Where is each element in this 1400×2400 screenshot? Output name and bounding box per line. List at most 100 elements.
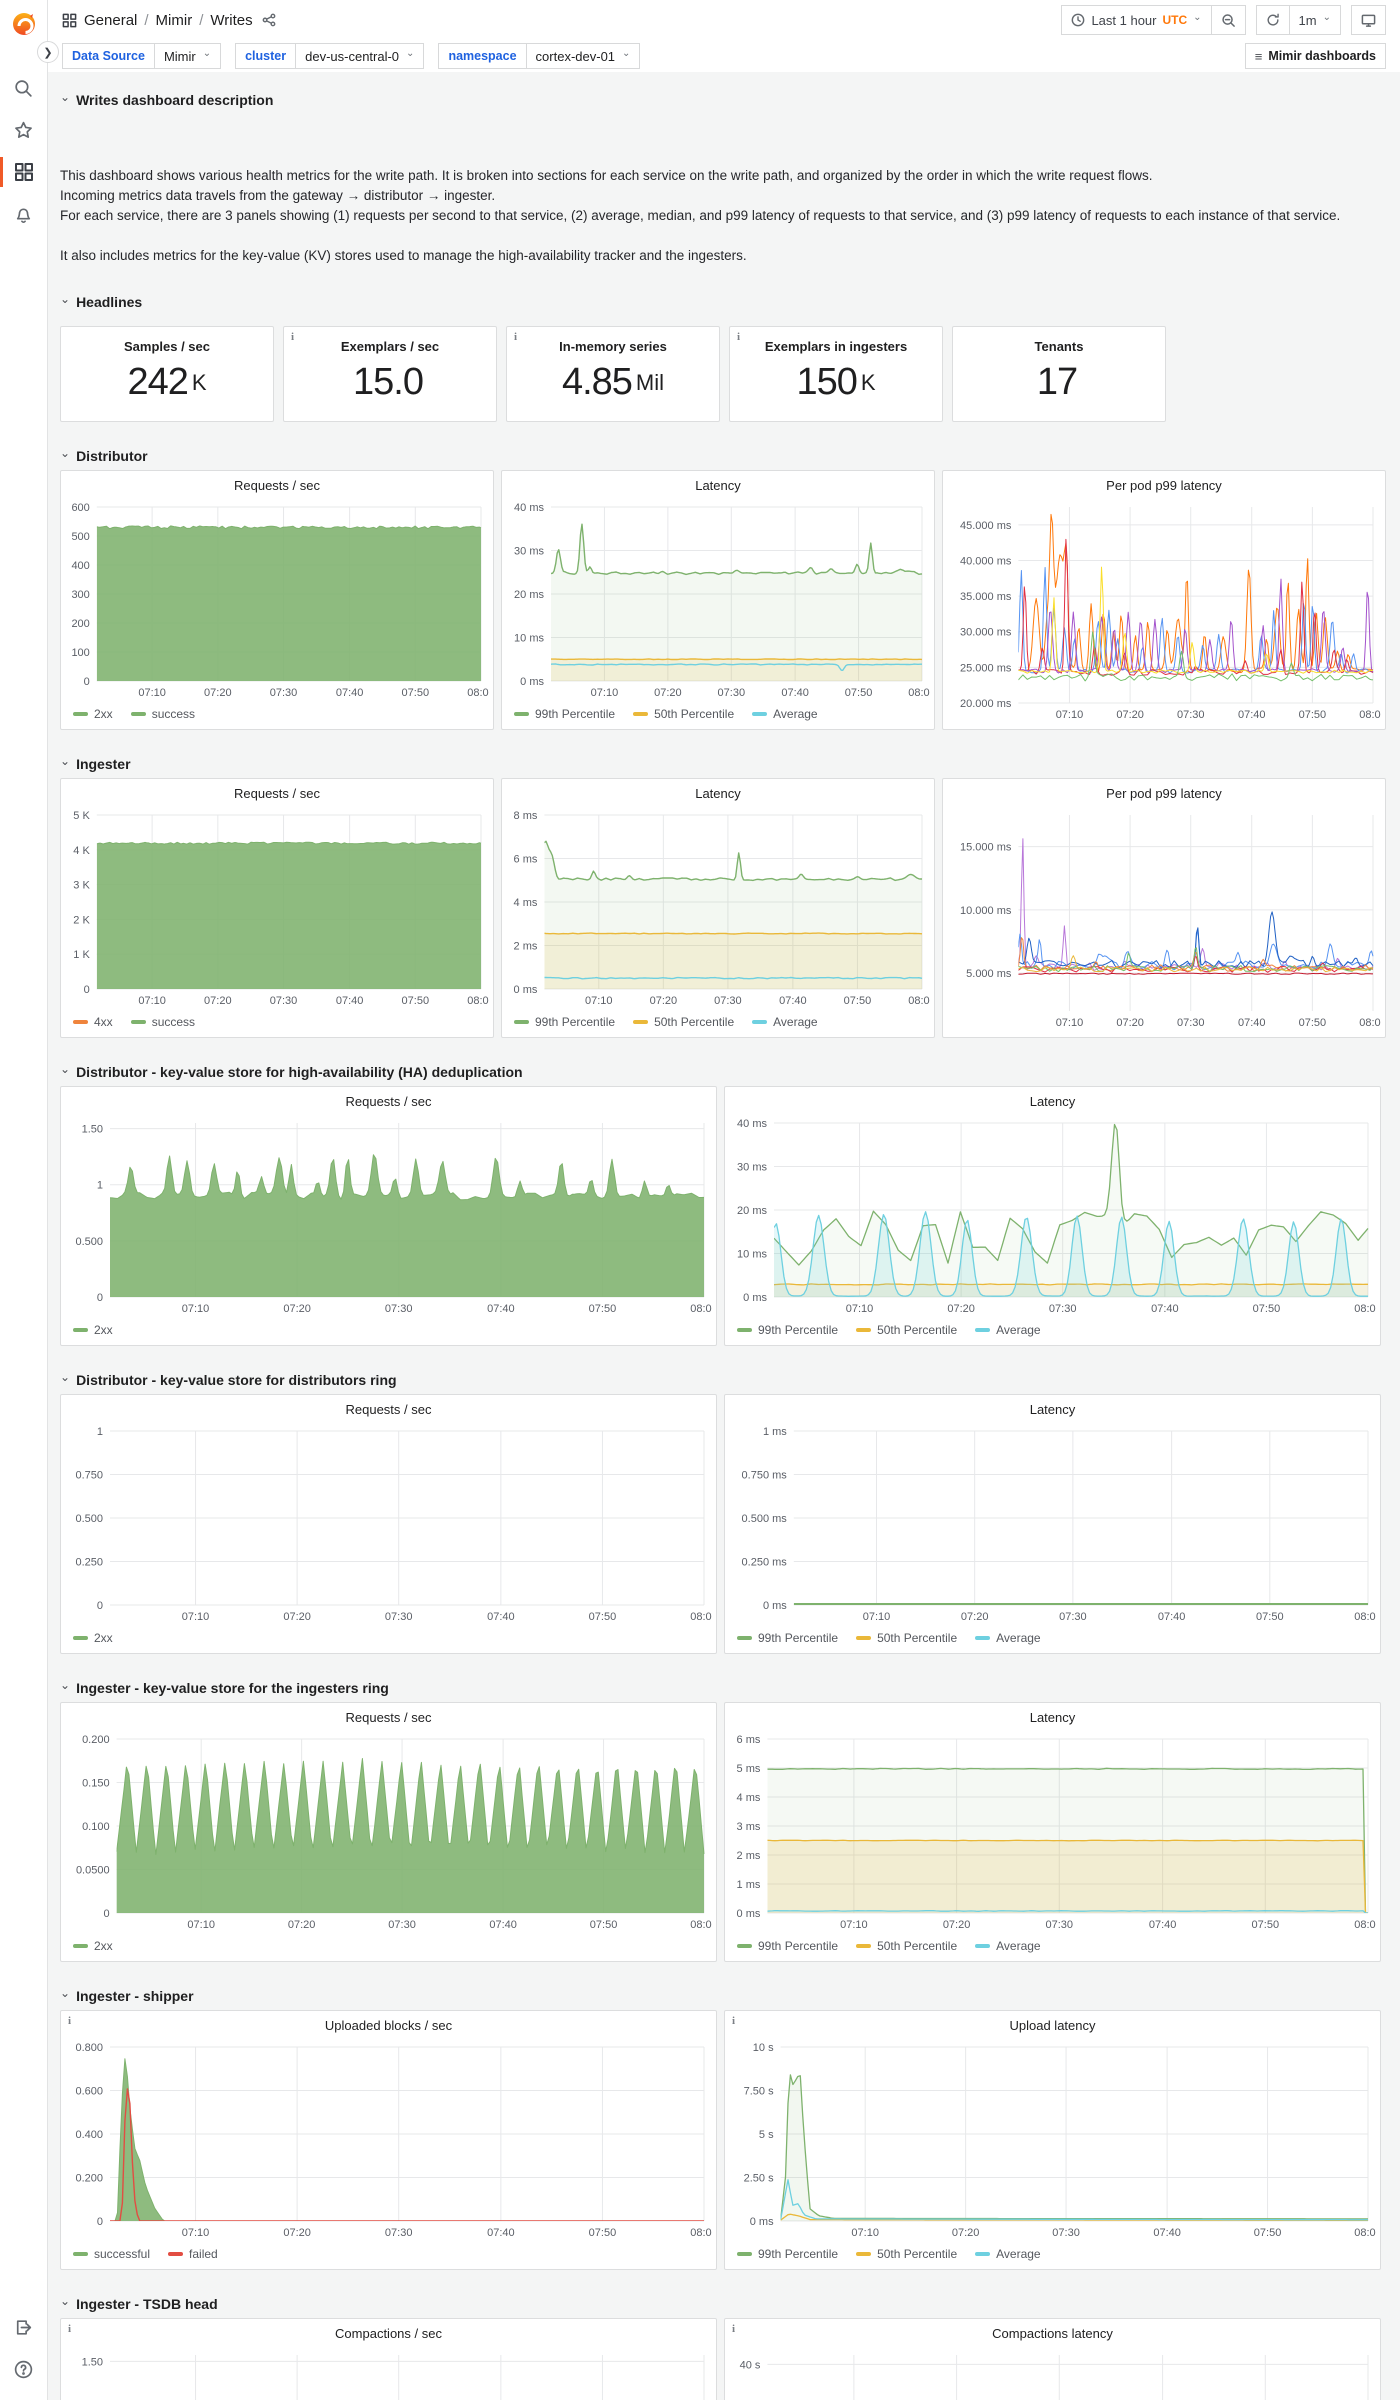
legend-item[interactable]: Average [975, 2247, 1041, 2261]
grafana-logo[interactable] [9, 9, 39, 39]
section-header-distributors-ring[interactable]: ⌄ Distributor - key-value store for distr… [60, 1368, 1386, 1392]
stat-title[interactable]: In-memory series [559, 339, 667, 354]
legend-item[interactable]: 50th Percentile [856, 1323, 957, 1337]
chart-plot-area[interactable]: 0 ms 10 ms 20 ms 30 ms 40 ms 07:10 07:20 07:30 0… [506, 499, 934, 701]
section-header-ingesters-ring[interactable]: ⌄ Ingester - key-value store for the inge… [60, 1676, 1386, 1700]
info-icon[interactable]: i [68, 2015, 71, 2027]
panel-title[interactable]: Compactions / sec [61, 2319, 716, 2347]
stat-title[interactable]: Exemplars / sec [341, 339, 439, 354]
panel-title[interactable]: Latency [725, 1395, 1380, 1423]
chart-plot-area[interactable]: 0 100 200 300 400 500 600 07:10 07:20 07:30 07:40 0… [65, 499, 493, 701]
sidebar-expand-button[interactable]: ❯ [37, 41, 59, 63]
panel-title[interactable]: Per pod p99 latency [943, 471, 1385, 499]
panel-title[interactable]: Requests / sec [61, 779, 493, 807]
info-icon[interactable]: i [68, 2323, 71, 2335]
panel-title[interactable]: Compactions latency [725, 2319, 1380, 2347]
chart-plot-area[interactable]: 0 ms 2 ms 4 ms 6 ms 8 ms 07:10 07:20 07:30 07:40… [506, 807, 934, 1009]
legend-item[interactable]: failed [168, 2247, 218, 2261]
info-icon[interactable]: i [737, 331, 740, 343]
legend-item[interactable]: 50th Percentile [856, 1939, 957, 1953]
legend-item[interactable]: 99th Percentile [514, 707, 615, 721]
legend-item[interactable]: Average [975, 1323, 1041, 1337]
chart-plot-area[interactable]: 0 ms 1 ms 2 ms 3 ms 4 ms 5 ms 6 ms 07:10 07:20 07… [729, 1731, 1380, 1933]
section-header-shipper[interactable]: ⌄ Ingester - shipper [60, 1984, 1386, 2008]
stat-title[interactable]: Tenants [1035, 339, 1084, 354]
panel-title[interactable]: Latency [725, 1703, 1380, 1731]
panel-title[interactable]: Requests / sec [61, 1703, 716, 1731]
breadcrumb-page[interactable]: Writes [210, 12, 252, 29]
chart-plot-area[interactable]: 20.000 ms 25.000 ms 30.000 ms 35.000 ms 40.0… [947, 499, 1385, 723]
legend-item[interactable]: 50th Percentile [633, 1015, 734, 1029]
sidebar-item-dashboards[interactable] [0, 151, 47, 193]
share-icon[interactable] [262, 13, 276, 27]
sidebar-item-help[interactable] [0, 2348, 47, 2390]
info-icon[interactable]: i [514, 331, 517, 343]
sidebar-item-sign-in[interactable] [0, 2306, 47, 2348]
legend-item[interactable]: 2xx [73, 1631, 113, 1645]
breadcrumb-dashboard[interactable]: Mimir [156, 12, 193, 29]
legend-item[interactable]: 50th Percentile [856, 1631, 957, 1645]
panel-title[interactable]: Latency [725, 1087, 1380, 1115]
refresh-button[interactable] [1255, 5, 1290, 35]
chart-plot-area[interactable]: 0 0.200 0.400 0.600 0.800 07:10 07:20 07:30 07:4… [65, 2039, 716, 2241]
legend-item[interactable]: successful [73, 2247, 150, 2261]
section-header-description[interactable]: ⌄ Writes dashboard description [60, 88, 1386, 112]
breadcrumb-folder[interactable]: General [84, 12, 137, 29]
section-header-ha-dedupe[interactable]: ⌄ Distributor - key-value store for high-… [60, 1060, 1386, 1084]
legend-item[interactable]: 2xx [73, 707, 113, 721]
sidebar-item-alerting[interactable] [0, 193, 47, 235]
legend-item[interactable]: 50th Percentile [633, 707, 734, 721]
panel-title[interactable]: Requests / sec [61, 1087, 716, 1115]
legend-item[interactable]: Average [752, 707, 818, 721]
info-icon[interactable]: i [732, 2015, 735, 2027]
legend-item[interactable]: Average [975, 1939, 1041, 1953]
refresh-interval-select[interactable]: 1m ⌄ [1289, 5, 1341, 35]
chart-plot-area[interactable]: 0 ms 2.50 s 5 s 7.50 s 10 s 07:10 07:20 07:30 07… [729, 2039, 1380, 2241]
legend-item[interactable]: success [130, 1015, 195, 1029]
kiosk-mode-button[interactable] [1351, 5, 1386, 35]
chart-plot-area[interactable]: 00.50011.5007:1007:2007:3007:4007:5008:0… [65, 2347, 712, 2400]
panel-title[interactable]: Uploaded blocks / sec [61, 2011, 716, 2039]
legend-item[interactable]: 99th Percentile [737, 1323, 838, 1337]
panel-title[interactable]: Requests / sec [61, 1395, 716, 1423]
panel-title[interactable]: Requests / sec [61, 471, 493, 499]
zoom-out-button[interactable] [1211, 5, 1246, 35]
info-icon[interactable]: i [291, 331, 294, 343]
panel-title[interactable]: Upload latency [725, 2011, 1380, 2039]
panel-title[interactable]: Latency [502, 471, 934, 499]
panel-title[interactable]: Latency [502, 779, 934, 807]
sidebar-item-search[interactable] [0, 67, 47, 109]
legend-item[interactable]: success [130, 707, 195, 721]
section-header-distributor[interactable]: ⌄ Distributor [60, 444, 1386, 468]
stat-title[interactable]: Samples / sec [124, 339, 210, 354]
chart-plot-area[interactable]: 5.000 ms 10.000 ms 15.000 ms 07:10 07:20 07:3… [947, 807, 1385, 1031]
chart-plot-area[interactable]: 0 ms 0.250 ms 0.500 ms 0.750 ms 1 ms 07:10 07:… [729, 1423, 1380, 1625]
legend-item[interactable]: 50th Percentile [856, 2247, 957, 2261]
chart-plot-area[interactable]: 00.50011.5007:1007:2007:3007:4007:5008:0… [65, 1115, 716, 1317]
legend-item[interactable]: 99th Percentile [514, 1015, 615, 1029]
legend-item[interactable]: 2xx [73, 1323, 113, 1337]
legend-item[interactable]: Average [975, 1631, 1041, 1645]
chart-plot-area[interactable]: 0 0.0500 0.100 0.150 0.200 07:10 07:20 07:30 07:… [65, 1731, 716, 1933]
legend-item[interactable]: 99th Percentile [737, 1631, 838, 1645]
chart-plot-area[interactable]: 0 1 K 2 K 3 K 4 K 5 K 07:10 07:20 07:30 07:40 07:5… [65, 807, 493, 1009]
info-icon[interactable]: i [732, 2323, 735, 2335]
section-header-ingester[interactable]: ⌄ Ingester [60, 752, 1386, 776]
variable-select-namespace[interactable]: cortex-dev-01 ⌄ [525, 43, 641, 69]
legend-item[interactable]: 99th Percentile [737, 2247, 838, 2261]
time-range-picker[interactable]: Last 1 hour UTC ⌄ [1061, 5, 1212, 35]
legend-item[interactable]: 99th Percentile [737, 1939, 838, 1953]
mimir-dashboards-button[interactable]: ≡ Mimir dashboards [1244, 43, 1386, 69]
panel-title[interactable]: Per pod p99 latency [943, 779, 1385, 807]
variable-select-datasource[interactable]: Mimir ⌄ [153, 43, 222, 69]
variable-select-cluster[interactable]: dev-us-central-0 ⌄ [295, 43, 425, 69]
stat-title[interactable]: Exemplars in ingesters [765, 339, 907, 354]
sidebar-item-starred[interactable] [0, 109, 47, 151]
legend-item[interactable]: Average [752, 1015, 818, 1029]
chart-plot-area[interactable]: 0 s10 s20 s30 s40 s07:1007:2007:3007:400… [729, 2347, 1376, 2400]
section-header-tsdb-head[interactable]: ⌄ Ingester - TSDB head [60, 2292, 1386, 2316]
chart-plot-area[interactable]: 0 0.250 0.500 0.750 1 07:10 07:20 07:30 07:40 07:… [65, 1423, 716, 1625]
legend-item[interactable]: 2xx [73, 1939, 113, 1953]
section-header-headlines[interactable]: ⌄ Headlines [60, 290, 1386, 314]
legend-item[interactable]: 4xx [73, 1015, 113, 1029]
